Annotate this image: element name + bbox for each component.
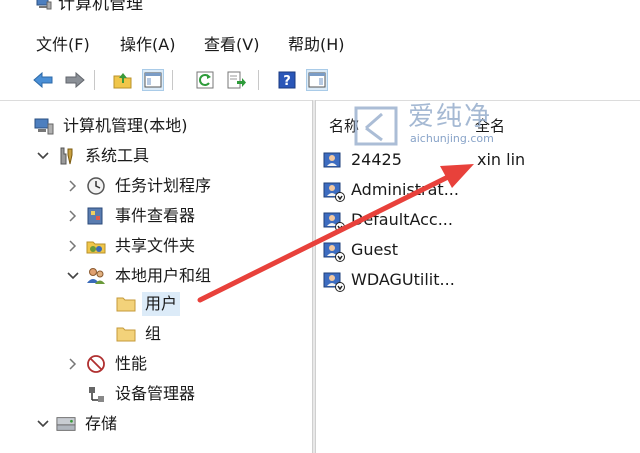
list-item[interactable]: 24425 xin lin [321,146,639,174]
toolbar-separator [258,70,259,90]
list-item[interactable]: WDAGUtilit... [321,266,639,294]
help-button[interactable]: ? [276,69,298,91]
show-action-pane-icon [308,72,326,88]
title-bar: 计算机管理 [0,0,640,22]
chevron-down-icon[interactable] [36,417,50,431]
tree-item-users[interactable]: 用户 [116,290,181,318]
storage-icon [56,414,76,434]
chevron-down-icon[interactable] [66,269,80,283]
user-account-icon [323,152,341,168]
forward-arrow-icon [65,72,85,88]
tree-label: 计算机管理(本地) [63,116,188,135]
menu-view[interactable]: 查看(V) [204,34,259,56]
menu-help[interactable]: 帮助(H) [288,34,345,56]
forward-button[interactable] [64,69,86,91]
user-list-pane: 名称 全名 24425 xin lin Administrat... Defau… [317,102,640,453]
toolbar-separator [172,70,173,90]
tree-label: 任务计划程序 [115,176,212,195]
tree-label: 存储 [85,414,118,433]
chevron-right-icon[interactable] [66,239,80,253]
chevron-right-icon[interactable] [66,357,80,371]
menu-bar: 文件(F) 操作(A) 查看(V) 帮助(H) [0,32,640,58]
event-viewer-icon [86,206,106,226]
tree-item-event-viewer[interactable]: 事件查看器 [66,202,198,230]
column-header-name[interactable]: 名称 [329,116,359,136]
up-folder-icon [113,73,132,89]
folder-icon [116,324,136,344]
show-hide-tree-button[interactable] [142,69,164,91]
tree-item-system-tools[interactable]: 系统工具 [36,142,152,170]
export-list-icon [227,71,246,89]
tree-label: 用户 [142,292,181,316]
tree-label: 性能 [115,354,148,373]
disabled-user-account-icon [323,272,345,292]
tree-label: 共享文件夹 [115,236,196,255]
tree-label: 本地用户和组 [115,266,212,285]
toolbar-separator [94,70,95,90]
tree-item-performance[interactable]: 性能 [66,350,150,378]
toolbar: ? [30,66,640,96]
export-list-button[interactable] [226,69,248,91]
help-icon: ? [278,71,296,89]
back-button[interactable] [32,69,54,91]
tree-item-device-manager[interactable]: 设备管理器 [86,380,198,408]
computer-management-icon [36,0,52,10]
chevron-right-icon[interactable] [66,209,80,223]
computer-management-icon [34,116,54,136]
up-button[interactable] [112,69,134,91]
user-name: 24425 [351,150,402,169]
tree-item-shared-folders[interactable]: 共享文件夹 [66,232,198,260]
user-name: Guest [351,240,398,259]
pane-splitter[interactable] [312,100,316,453]
tree-label: 设备管理器 [115,384,196,403]
back-arrow-icon [33,72,53,88]
refresh-button[interactable] [194,69,216,91]
shared-folder-icon [86,236,106,256]
console-tree: 计算机管理(本地) 系统工具 任务计划程序 事件查看器 共享文件夹 本地用户和组… [0,102,312,453]
tree-label: 系统工具 [85,146,150,165]
user-fullname: xin lin [477,150,526,169]
column-header-fullname[interactable]: 全名 [475,116,505,136]
toolbar-divider [0,100,640,101]
disabled-user-account-icon [323,182,345,202]
tree-item-groups[interactable]: 组 [116,320,164,348]
tree-item-root[interactable]: 计算机管理(本地) [34,112,191,140]
tree-item-storage[interactable]: 存储 [36,410,120,438]
user-name: Administrat... [351,180,459,199]
svg-text:?: ? [283,74,291,89]
users-group-icon [86,266,106,286]
tools-icon [56,146,76,166]
user-name: WDAGUtilit... [351,270,455,289]
chevron-right-icon[interactable] [66,179,80,193]
folder-icon [116,294,136,314]
tree-item-task-scheduler[interactable]: 任务计划程序 [66,172,214,200]
tree-label: 组 [145,324,162,343]
device-manager-icon [86,384,106,404]
tree-label: 事件查看器 [115,206,196,225]
refresh-icon [196,71,214,89]
show-hide-console-tree-icon [144,72,162,88]
list-item[interactable]: Guest [321,236,639,264]
show-action-pane-button[interactable] [306,69,328,91]
window-title: 计算机管理 [58,0,143,14]
menu-file[interactable]: 文件(F) [36,34,90,56]
clock-icon [86,176,106,196]
list-item[interactable]: DefaultAcc... [321,206,639,234]
chevron-down-icon[interactable] [36,149,50,163]
tree-item-local-users-groups[interactable]: 本地用户和组 [66,262,214,290]
list-item[interactable]: Administrat... [321,176,639,204]
performance-icon [86,354,106,374]
menu-action[interactable]: 操作(A) [120,34,175,56]
disabled-user-account-icon [323,212,345,232]
disabled-user-account-icon [323,242,345,262]
user-name: DefaultAcc... [351,210,453,229]
